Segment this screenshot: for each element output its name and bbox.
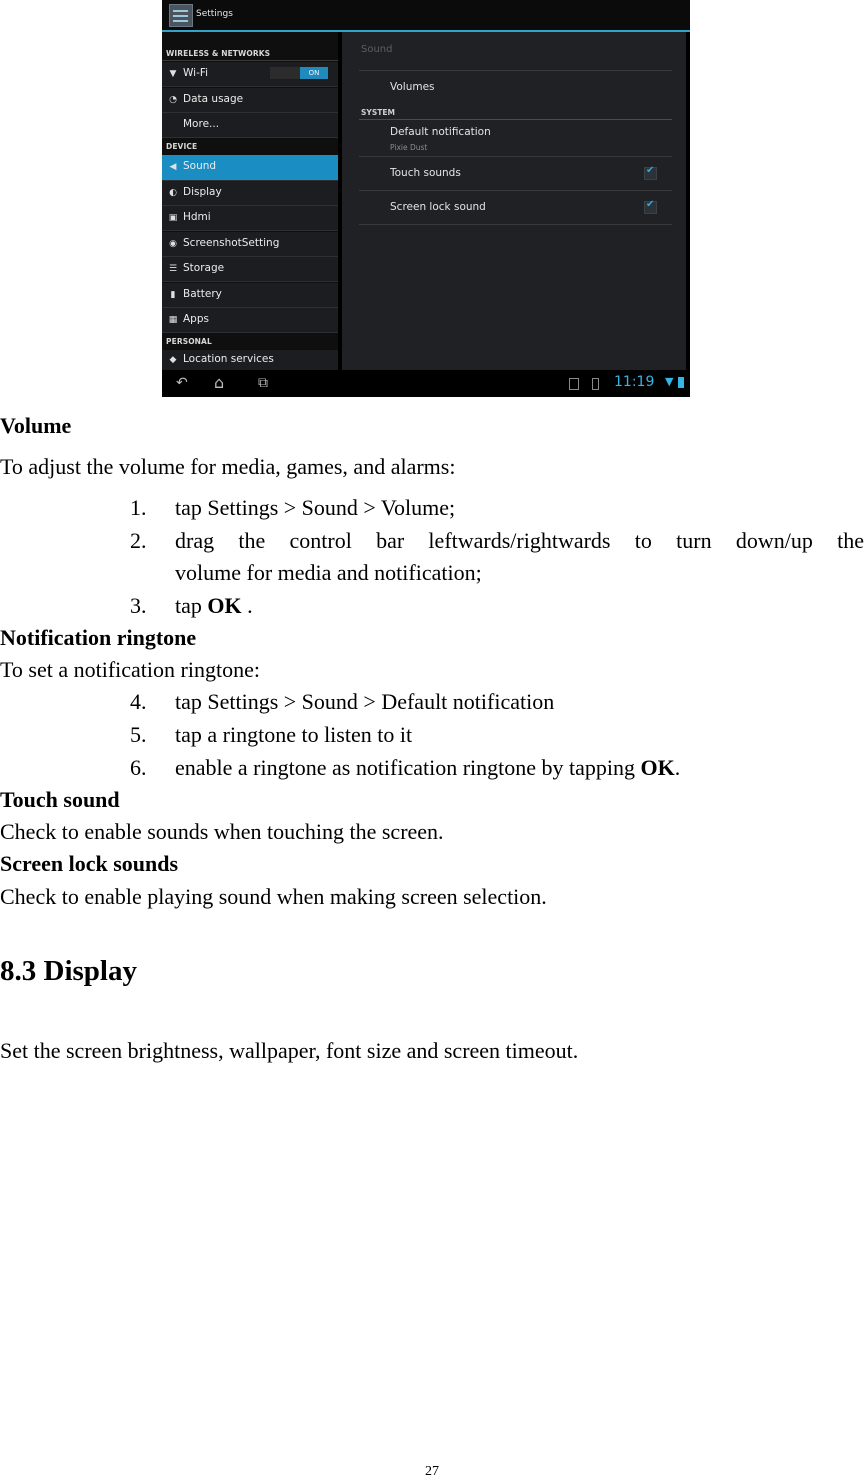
default-notification-item[interactable]: Default notification [390,126,491,138]
wifi-icon: ▼ [169,69,177,79]
text: enable a ringtone as notification ringto… [175,755,641,780]
apps-icon: ▦ [168,315,178,325]
sidebar-item-label: More... [183,118,220,130]
sidebar-item-apps[interactable]: ▦ Apps [162,308,338,333]
sidebar-item-label: Location services [183,353,274,365]
default-notification-value: Pixie Dust [390,143,428,152]
sidebar-item-sound[interactable]: ◀ Sound [162,155,338,181]
gallery-notification-icon [569,378,579,390]
list-number: 3. [130,593,147,618]
sidebar-item-label: Battery [183,288,222,300]
list-number: 2. [130,528,147,553]
list-text: tap a ringtone to listen to it [175,722,413,747]
sd-card-icon [592,378,599,390]
brightness-icon: ◐ [169,188,177,198]
list-number: 1. [130,495,147,520]
camera-icon: ◉ [169,239,177,249]
sound-settings-panel: Sound Volumes SYSTEM Default notificatio… [342,32,686,370]
hdmi-icon: ▣ [168,213,178,223]
screen-lock-sound-checkbox[interactable] [644,199,657,214]
divider [359,119,672,120]
navigation-bar: ↶ ⌂ ⧉ 11:19 ▼ [162,370,690,397]
back-icon[interactable]: ↶ [176,375,188,391]
page-number: 27 [425,1464,439,1479]
touch-sound-text: Check to enable sounds when touching the… [0,819,444,844]
list-number: 4. [130,689,147,714]
text: . [674,755,681,780]
recents-icon[interactable]: ⧉ [258,375,268,391]
divider [162,60,338,61]
list-text: volume for media and notification; [175,560,482,585]
screen-lock-sound-item[interactable]: Screen lock sound [390,201,486,213]
list-text: enable a ringtone as notification ringto… [175,755,680,781]
category-personal: PERSONAL [166,337,212,346]
notification-intro: To set a notification ringtone: [0,657,260,682]
list-number: 5. [130,722,147,747]
list-text: tap Settings > Sound > Volume; [175,495,456,520]
divider [359,190,672,191]
volume-heading: Volume [0,413,72,438]
sidebar-item-hdmi[interactable]: ▣ Hdmi [162,206,338,231]
sidebar-item-label: ScreenshotSetting [183,237,280,249]
settings-screenshot: Settings WIRELESS & NETWORKS ▼ Wi-Fi ON … [162,0,690,397]
text: tap [175,593,208,618]
category-wireless: WIRELESS & NETWORKS [166,49,271,58]
list-text: drag the control bar leftwards/rightward… [175,528,864,553]
settings-sidebar: WIRELESS & NETWORKS ▼ Wi-Fi ON ◔ Data us… [162,32,338,371]
sidebar-item-storage[interactable]: ☰ Storage [162,257,338,282]
action-bar: Settings [162,0,690,32]
divider [359,70,672,71]
sidebar-item-label: Storage [183,262,225,274]
settings-icon [169,4,193,27]
volume-intro: To adjust the volume for media, games, a… [0,454,456,479]
status-clock: 11:19 [614,374,655,390]
storage-icon: ☰ [168,264,178,274]
list-number: 6. [130,755,147,780]
section-title: 8.3 Display [0,955,137,987]
sidebar-item-battery[interactable]: ▮ Battery [162,283,338,308]
category-device: DEVICE [166,142,198,151]
touch-sounds-item[interactable]: Touch sounds [390,167,461,179]
sidebar-item-location[interactable]: ◆ Location services [162,350,338,371]
location-icon: ◆ [169,355,177,365]
sidebar-item-label: Display [183,186,222,198]
panel-header: Sound [361,44,393,55]
wifi-toggle-on: ON [300,67,328,79]
category-system: SYSTEM [361,108,395,117]
sidebar-item-label: Apps [183,313,209,325]
sidebar-item-label: Wi-Fi [183,67,209,79]
home-icon[interactable]: ⌂ [214,375,224,391]
speaker-icon: ◀ [169,162,177,172]
sidebar-item-screenshot-setting[interactable]: ◉ ScreenshotSetting [162,232,338,257]
sidebar-item-data-usage[interactable]: ◔ Data usage [162,88,338,113]
wifi-toggle[interactable]: ON [270,67,328,79]
screen-lock-text: Check to enable playing sound when makin… [0,884,547,909]
screen-lock-heading: Screen lock sounds [0,851,179,876]
app-title: Settings [196,9,233,19]
sidebar-item-more[interactable]: More... [162,113,338,138]
touch-sounds-checkbox[interactable] [644,165,657,180]
text: . [241,593,253,618]
list-text: tap Settings > Sound > Default notificat… [175,689,555,714]
touch-sound-heading: Touch sound [0,787,120,812]
bold-text: OK [207,593,242,618]
wifi-signal-icon: ▼ [665,375,674,388]
list-text: tap OK . [175,593,253,619]
sidebar-item-label: Sound [183,160,217,172]
sidebar-item-label: Data usage [183,93,244,105]
data-usage-icon: ◔ [169,95,177,105]
battery-status-icon [678,377,684,388]
sidebar-item-display[interactable]: ◐ Display [162,181,338,206]
sidebar-item-wifi[interactable]: ▼ Wi-Fi ON [162,62,338,87]
divider [359,156,672,157]
notification-heading: Notification ringtone [0,625,197,650]
bold-text: OK [640,755,675,780]
volumes-item[interactable]: Volumes [390,81,435,93]
battery-icon: ▮ [170,290,176,300]
sidebar-item-label: Hdmi [183,211,211,223]
section-text: Set the screen brightness, wallpaper, fo… [0,1038,579,1063]
divider [359,224,672,225]
